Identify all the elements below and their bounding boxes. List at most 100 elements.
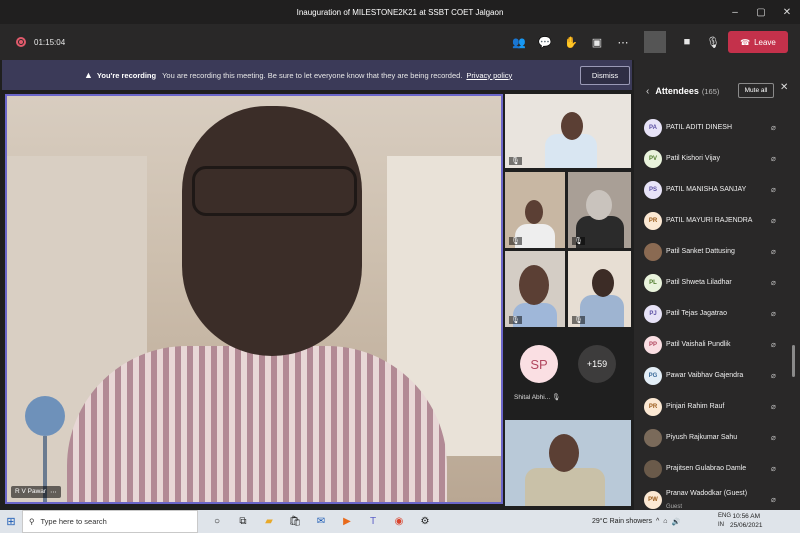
taskbar-search[interactable]: ⚲ Type here to search <box>22 510 198 533</box>
privacy-policy-link[interactable]: Privacy policy <box>466 71 512 80</box>
mic-muted-icon[interactable]: ⌀ <box>771 495 776 504</box>
teams-icon[interactable]: T <box>362 510 384 533</box>
chrome-icon[interactable]: ◉ <box>388 510 410 533</box>
attendee-row[interactable]: Patil Sanket Dattusing ⌀ <box>634 236 800 267</box>
attendee-name: PATIL ADITI DINESH <box>666 124 732 131</box>
attendee-row[interactable]: PL Patil Shweta Liladhar ⌀ <box>634 267 800 298</box>
leave-button[interactable]: ☎ Leave <box>728 31 788 53</box>
toolbar-divider <box>644 31 666 53</box>
window-title: Inauguration of MILESTONE2K21 at SSBT CO… <box>296 7 504 17</box>
video-tile-1[interactable]: 🎙 <box>505 94 631 168</box>
attendee-name: Patil Kishori Vijay <box>666 155 720 162</box>
reactions-icon[interactable]: ✋ <box>560 31 582 53</box>
phone-hangup-icon: ☎ <box>740 37 751 47</box>
warning-icon: ▲ <box>84 70 93 80</box>
video-tile-4[interactable]: 🎙 <box>505 251 565 327</box>
file-explorer-icon[interactable]: ▰ <box>258 510 280 533</box>
media-player-icon[interactable]: ▶ <box>336 510 358 533</box>
attendee-row[interactable]: PG Pawar Vaibhav Gajendra ⌀ <box>634 360 800 391</box>
store-icon[interactable]: 🛍 <box>284 510 306 533</box>
close-window-button[interactable]: ✕ <box>774 0 800 24</box>
mic-muted-icon[interactable]: ⌀ <box>771 371 776 380</box>
attendee-name: Patil Sanket Dattusing <box>666 248 735 255</box>
banner-heading: You're recording <box>96 70 157 80</box>
more-options-icon[interactable]: ⋯ <box>50 488 57 496</box>
mic-muted-icon[interactable]: ⌀ <box>771 309 776 318</box>
minimize-button[interactable]: – <box>722 0 748 24</box>
task-view-icon[interactable]: ⧉ <box>232 510 254 533</box>
attendee-row[interactable]: PV Patil Kishori Vijay ⌀ <box>634 143 800 174</box>
participants-icon[interactable]: 👥 <box>508 31 530 53</box>
mic-muted-icon[interactable]: ⌀ <box>771 154 776 163</box>
camera-icon[interactable]: ■ <box>676 31 698 53</box>
network-icon[interactable]: ⌂ <box>663 518 667 525</box>
video-tile-5[interactable]: 🎙 <box>568 251 631 327</box>
attendee-avatar: PV <box>644 149 662 168</box>
dismiss-button[interactable]: Dismiss <box>580 66 630 85</box>
volume-icon[interactable]: 🔊 <box>672 518 681 526</box>
mic-muted-icon[interactable]: ⌀ <box>771 247 776 256</box>
attendee-row[interactable]: PR PATIL MAYURI RAJENDRA ⌀ <box>634 205 800 236</box>
close-panel-icon[interactable]: ✕ <box>780 82 788 93</box>
tray-chevron-icon[interactable]: ^ <box>656 518 659 525</box>
attendee-list: PA PATIL ADITI DINESH ⌀ PV Patil Kishori Vij… <box>634 112 800 515</box>
attendee-name: Patil Shweta Liladhar <box>666 279 732 286</box>
attendee-name: Piyush Rajkumar Sahu <box>666 434 738 441</box>
clock-date: 25/06/2021 <box>730 522 763 529</box>
mute-all-button[interactable]: Mute all <box>738 83 774 98</box>
attendee-avatar: PP <box>644 335 662 354</box>
attendee-row[interactable]: PJ Patil Tejas Jagatrao ⌀ <box>634 298 800 329</box>
weather-text[interactable]: 29°C Rain showers <box>592 518 652 525</box>
search-placeholder: Type here to search <box>40 517 107 526</box>
attendee-avatar: PS <box>644 180 662 199</box>
mic-muted-icon[interactable]: ⌀ <box>771 123 776 132</box>
video-tile-6[interactable] <box>505 420 631 506</box>
attendee-avatar: PG <box>644 366 662 385</box>
participant-name-label: Shital Abhi... 🎙 <box>514 393 560 401</box>
attendee-row[interactable]: Piyush Rajkumar Sahu ⌀ <box>634 422 800 453</box>
mic-muted-icon[interactable]: ⌀ <box>771 185 776 194</box>
mic-muted-icon[interactable]: ⌀ <box>771 402 776 411</box>
more-actions-icon[interactable]: ⋯ <box>612 31 634 53</box>
attendee-avatar: PJ <box>644 304 662 323</box>
chat-icon[interactable]: 💬 <box>534 31 556 53</box>
windows-taskbar: ⊞ ⚲ Type here to search ○ ⧉ ▰ 🛍 ✉ ▶ T ◉ … <box>0 510 800 533</box>
attendee-row[interactable]: PP Patil Vaishali Pundlik ⌀ <box>634 329 800 360</box>
participant-avatar[interactable]: SP <box>520 345 558 383</box>
attendee-scrollbar[interactable] <box>792 345 795 377</box>
main-video-tile[interactable]: R V Pawar ⋯ <box>5 94 503 504</box>
microphone-icon[interactable]: 🎙 <box>702 31 724 53</box>
taskbar-clock[interactable]: 10:56 AM 25/06/2021 <box>730 512 763 530</box>
attendees-title: Attendees <box>655 86 699 96</box>
attendee-row[interactable]: PR Pinjari Rahim Rauf ⌀ <box>634 391 800 422</box>
attendee-name: Pinjari Rahim Rauf <box>666 403 725 410</box>
mic-icon: 🎙 <box>572 237 585 245</box>
video-tile-3[interactable]: 🎙 <box>568 172 631 248</box>
search-icon: ⚲ <box>29 517 35 526</box>
attendees-panel: ‹ Attendees (165) Mute all ✕ PA PATIL ADI… <box>634 60 800 510</box>
mail-icon[interactable]: ✉ <box>310 510 332 533</box>
attendee-row[interactable]: Prajitsen Gulabrao Damle ⌀ <box>634 453 800 484</box>
more-participants-count[interactable]: +159 <box>578 345 616 383</box>
mic-muted-icon[interactable]: ⌀ <box>771 433 776 442</box>
attendee-row[interactable]: PA PATIL ADITI DINESH ⌀ <box>634 112 800 143</box>
back-chevron-icon[interactable]: ‹ <box>646 86 649 97</box>
attendee-name: Pranav Wadodkar (Guest) <box>666 490 748 497</box>
speaker-head <box>182 106 362 356</box>
windows-start-icon[interactable]: ⊞ <box>0 510 22 533</box>
cortana-icon[interactable]: ○ <box>206 510 228 533</box>
rooms-icon[interactable]: ▣ <box>586 31 608 53</box>
settings-icon[interactable]: ⚙ <box>414 510 436 533</box>
leave-label: Leave <box>754 37 776 47</box>
recording-banner: ▲ You're recording You are recording thi… <box>2 60 632 90</box>
mic-muted-icon[interactable]: ⌀ <box>771 278 776 287</box>
attendee-row[interactable]: PS PATIL MANISHA SANJAY ⌀ <box>634 174 800 205</box>
mic-muted-icon[interactable]: ⌀ <box>771 464 776 473</box>
video-tile-2[interactable]: 🎙 <box>505 172 565 248</box>
mic-muted-icon[interactable]: ⌀ <box>771 340 776 349</box>
mic-muted-icon[interactable]: ⌀ <box>771 216 776 225</box>
attendees-header: ‹ Attendees (165) Mute all ✕ <box>634 80 800 102</box>
maximize-button[interactable]: ▢ <box>748 0 774 24</box>
system-tray: 29°C Rain showers ^ ⌂ 🔊 <box>592 510 680 533</box>
clock-time: 10:56 AM <box>732 513 760 520</box>
